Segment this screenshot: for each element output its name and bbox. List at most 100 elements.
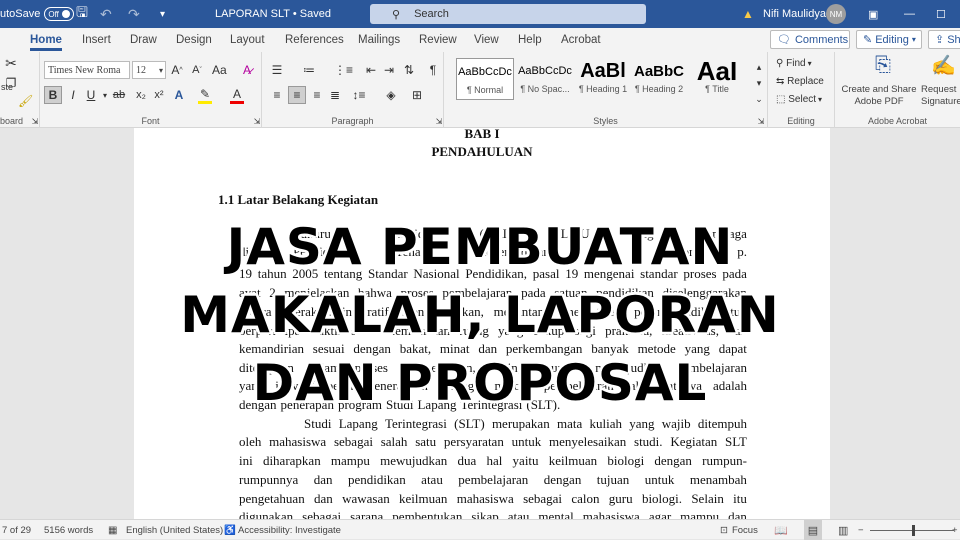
multilevel-list-icon[interactable]: ⋮≡ — [334, 61, 353, 79]
save-icon[interactable]: 🖫 — [76, 0, 88, 28]
shading-icon[interactable]: ◈ — [384, 86, 398, 104]
superscript-button[interactable]: x² — [152, 86, 166, 104]
proofing-icon[interactable]: ▦ — [108, 520, 117, 540]
numbering-icon[interactable]: ≔ — [302, 61, 316, 79]
grow-font-icon[interactable]: A ^ — [170, 61, 184, 79]
redo-icon[interactable]: ↷ — [128, 0, 140, 28]
chapter-title: PENDAHULUAN — [431, 144, 533, 159]
avatar[interactable]: NM — [826, 4, 846, 24]
accessibility-status[interactable]: Accessibility: Investigate — [238, 520, 341, 540]
tab-draw[interactable]: Draw — [130, 28, 157, 52]
create-pdf-icon[interactable]: ⎘ — [875, 54, 891, 76]
underline-button[interactable]: U — [84, 86, 98, 104]
zoom-out-icon[interactable]: − — [858, 520, 864, 540]
zoom-in-icon[interactable]: + — [952, 520, 958, 540]
decrease-indent-icon[interactable]: ⇤ — [364, 61, 378, 79]
autosave-toggle[interactable]: Off — [44, 7, 75, 21]
tab-insert[interactable]: Insert — [82, 28, 111, 52]
style-no-spacing[interactable]: AaBbCcDc ¶ No Spac... — [516, 58, 574, 100]
font-name-select[interactable]: Times New Roma — [44, 61, 130, 79]
document-title[interactable]: LAPORAN SLT • Saved — [215, 0, 331, 28]
style-label: ¶ Heading 1 — [578, 84, 628, 94]
italic-button[interactable]: I — [66, 86, 80, 104]
bullets-icon[interactable]: ☰ — [270, 61, 284, 79]
read-mode-icon[interactable]: 📖 — [774, 520, 788, 540]
style-title[interactable]: AaI ¶ Title — [688, 58, 746, 100]
subscript-button[interactable]: x₂ — [134, 86, 148, 104]
editing-mode-label: Editing — [875, 33, 909, 46]
sort-icon[interactable]: ⇅ — [402, 61, 416, 79]
align-left-icon[interactable]: ≡ — [270, 86, 284, 104]
select-label: Select — [788, 93, 817, 105]
style-preview: AaBbC — [633, 62, 684, 80]
user-name[interactable]: Nifi Maulidya — [763, 0, 826, 28]
pencil-icon: ✎ — [863, 34, 873, 46]
select-button[interactable]: ⬚ Select ▾ — [776, 90, 822, 108]
show-formatting-icon[interactable]: ¶ — [426, 61, 440, 79]
align-center-icon[interactable]: ≡ — [288, 86, 306, 104]
web-layout-icon[interactable]: ▥ — [838, 520, 848, 540]
autosave[interactable]: utoSave Off — [0, 0, 75, 28]
style-heading-1[interactable]: AaBl ¶ Heading 1 — [574, 58, 632, 100]
strikethrough-button[interactable]: ab — [112, 86, 126, 104]
change-case-icon[interactable]: Aa — [212, 61, 227, 79]
zoom-slider[interactable] — [870, 520, 954, 540]
font-color-icon[interactable]: A — [230, 86, 244, 104]
tab-layout[interactable]: Layout — [230, 28, 265, 52]
print-layout-icon[interactable]: ▤ — [804, 520, 822, 540]
comments-button[interactable]: 🗨 Comments — [770, 30, 850, 49]
minimize-icon[interactable]: — — [904, 0, 915, 28]
find-button[interactable]: ⚲ Find ▾ — [776, 54, 812, 72]
ribbon-display-icon[interactable]: ▣ — [868, 0, 878, 28]
tab-design[interactable]: Design — [176, 28, 212, 52]
style-heading-2[interactable]: AaBbC ¶ Heading 2 — [630, 58, 688, 100]
format-painter-icon[interactable]: 🖌 — [18, 92, 33, 110]
tab-mailings[interactable]: Mailings — [358, 28, 400, 52]
comments-label: Comments — [794, 33, 849, 46]
word: biologi. — [641, 491, 683, 506]
replace-button[interactable]: ⇆ Replace — [776, 72, 824, 90]
undo-icon[interactable]: ↶ — [100, 0, 112, 28]
cut-icon[interactable]: ✂ — [4, 54, 18, 72]
text-effects-icon[interactable]: A — [172, 86, 186, 104]
request-signatures-button[interactable]: RequestSignatures — [921, 84, 960, 108]
editing-mode-button[interactable]: ✎ Editing ▾ — [856, 30, 922, 49]
styles-more-icon[interactable]: ⌄ — [752, 90, 766, 108]
paragraph-group: ☰ ≔ ⋮≡ ⇤ ⇥ ⇅ ¶ ≡ ≡ ≡ ≣ ↕≡ ◈ ⊞ Paragraph … — [262, 52, 444, 128]
tab-help[interactable]: Help — [518, 28, 542, 52]
tab-acrobat[interactable]: Acrobat — [561, 28, 601, 52]
line-spacing-icon[interactable]: ↕≡ — [352, 86, 366, 104]
maximize-icon[interactable]: ☐ — [936, 0, 946, 28]
create-pdf-button[interactable]: Create and Share Adobe PDF — [841, 84, 917, 108]
tab-references[interactable]: References — [285, 28, 344, 52]
justify-icon[interactable]: ≣ — [328, 86, 342, 104]
search-box[interactable]: ⚲ Search — [370, 4, 646, 24]
warning-icon[interactable]: ▲ — [742, 0, 754, 28]
style-normal[interactable]: AaBbCcDc ¶ Normal — [456, 58, 514, 100]
language[interactable]: English (United States) — [126, 520, 223, 540]
chevron-down-icon[interactable]: ▾ — [98, 86, 112, 104]
paste-label[interactable]: ste — [0, 78, 14, 96]
shrink-font-icon[interactable]: Aˇ — [190, 61, 204, 79]
focus-button[interactable]: ⊡ Focus — [720, 520, 758, 540]
page-count[interactable]: 7 of 29 — [2, 520, 31, 540]
customize-icon[interactable]: ▾ — [160, 0, 165, 28]
tab-review[interactable]: Review — [419, 28, 457, 52]
align-right-icon[interactable]: ≡ — [310, 86, 324, 104]
font-size-select[interactable]: 12 ▾ — [132, 61, 166, 79]
request-signatures-icon[interactable]: ✍ — [931, 55, 956, 77]
tab-home[interactable]: Home — [30, 28, 62, 52]
word: agar — [648, 509, 672, 519]
zoom-thumb[interactable] — [912, 524, 915, 536]
word-count[interactable]: 5156 words — [44, 520, 93, 540]
style-preview: AaI — [696, 58, 738, 84]
increase-indent-icon[interactable]: ⇥ — [382, 61, 396, 79]
word: sebagai — [302, 509, 342, 519]
borders-icon[interactable]: ⊞ — [410, 86, 424, 104]
share-button[interactable]: ⇪ Sh — [928, 30, 960, 49]
tab-view[interactable]: View — [474, 28, 499, 52]
highlight-icon[interactable]: ✎ — [198, 86, 212, 104]
accessibility-icon[interactable]: ♿ — [224, 520, 236, 540]
clear-formatting-icon[interactable]: A̷ — [240, 61, 254, 79]
bold-button[interactable]: B — [44, 86, 62, 104]
